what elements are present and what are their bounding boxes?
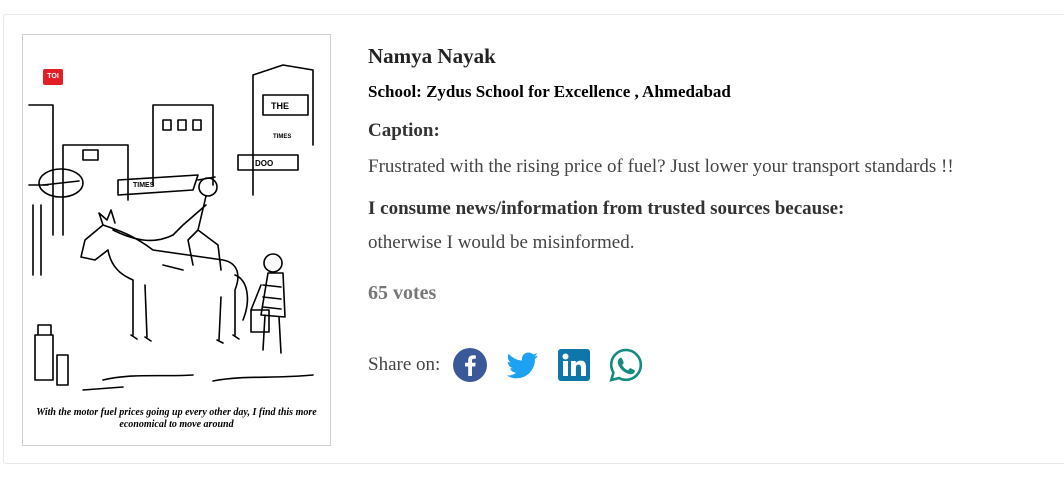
vote-count: 65 votes — [368, 282, 437, 304]
sign-text: TIMES — [273, 134, 291, 140]
author-name: Namya Nayak — [368, 44, 496, 68]
sign-text: TIMES — [133, 182, 155, 189]
cartoon-caption: With the motor fuel prices going up ever… — [36, 407, 317, 430]
school-name: School: Zydus School for Excellence , Ah… — [368, 82, 731, 101]
facebook-icon[interactable] — [452, 347, 488, 383]
share-bar: Share on: — [368, 347, 660, 383]
cartoon-image[interactable]: THE TIMES TIMES DOO TOI With the motor f… — [22, 34, 331, 446]
linkedin-icon[interactable] — [556, 347, 592, 383]
share-label: Share on: — [368, 354, 441, 375]
sign-text: THE — [271, 101, 289, 111]
sign-text: DOO — [255, 159, 273, 168]
toi-logo: TOI — [43, 69, 63, 85]
twitter-icon[interactable] — [504, 347, 540, 383]
cartoon-drawing: THE TIMES TIMES DOO — [28, 64, 314, 391]
caption-label: Caption: — [368, 120, 440, 141]
consume-label: I consume news/information from trusted … — [368, 198, 845, 219]
caption-text: Frustrated with the rising price of fuel… — [368, 156, 954, 177]
whatsapp-icon[interactable] — [608, 347, 644, 383]
consume-text: otherwise I would be misinformed. — [368, 232, 635, 253]
